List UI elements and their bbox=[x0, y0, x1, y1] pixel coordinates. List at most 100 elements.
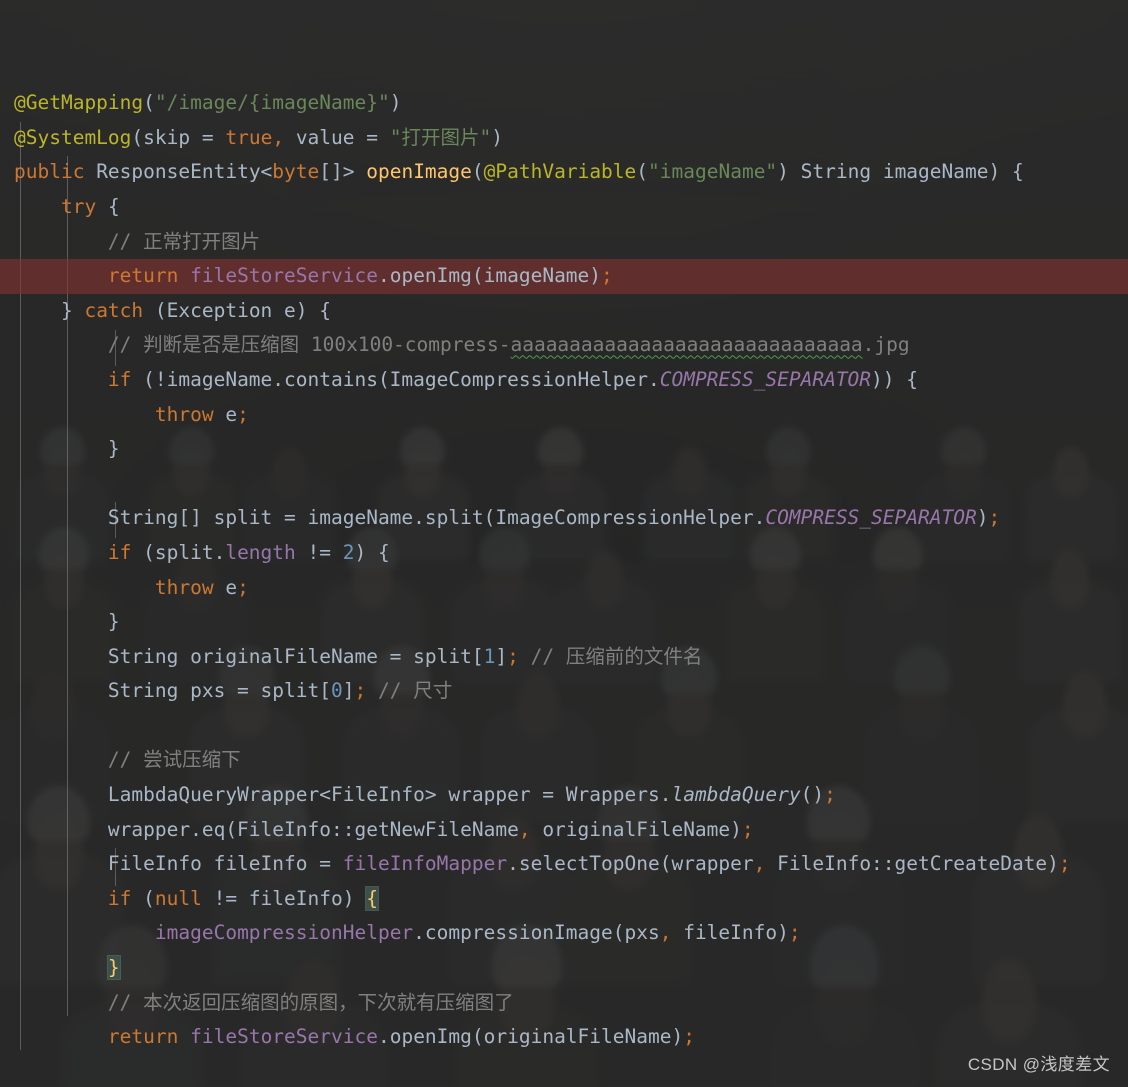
code-line[interactable]: String[] split = imageName.split(ImageCo… bbox=[0, 501, 1128, 536]
code-line[interactable]: // 判断是否是压缩图 100x100-compress-aaaaaaaaaaa… bbox=[0, 328, 1128, 363]
code-line[interactable]: } bbox=[0, 432, 1128, 467]
code-token-pln: ) bbox=[491, 125, 503, 149]
code-line[interactable]: // 尝试压缩下 bbox=[0, 743, 1128, 778]
code-line[interactable]: } bbox=[0, 951, 1128, 986]
code-token-pln: ( bbox=[143, 91, 155, 115]
code-line[interactable]: if (null != fileInfo) { bbox=[0, 882, 1128, 917]
code-token-num: 1 bbox=[483, 644, 496, 668]
code-line[interactable]: String pxs = split[0]; // 尺寸 bbox=[0, 674, 1128, 709]
code-token-cmt: // 尝试压缩下 bbox=[107, 748, 241, 772]
code-token-cmt: // 压缩前的文件名 bbox=[530, 644, 703, 668]
code-line[interactable]: } bbox=[0, 605, 1128, 640]
code-token-ann: @SystemLog bbox=[14, 125, 132, 149]
code-token-pln: ] bbox=[342, 679, 355, 703]
code-line[interactable]: FileInfo fileInfo = fileInfoMapper.selec… bbox=[0, 847, 1128, 882]
code-editor-screenshot: @GetMapping("/image/{imageName}") @System… bbox=[0, 0, 1128, 1087]
code-token-pln: (Exception e) { bbox=[143, 298, 331, 322]
code-token-pln: String[] split = imageName.split(ImageCo… bbox=[107, 506, 766, 530]
code-token-str: "打开图片" bbox=[389, 125, 492, 149]
code-token-pln: wrapper.eq(FileInfo::getNewFileName bbox=[107, 817, 519, 841]
code-token-pln: ) { bbox=[354, 540, 390, 564]
code-line[interactable]: try { bbox=[0, 190, 1128, 225]
code-token-str: "imageName" bbox=[648, 160, 778, 184]
code-token-pln: LambdaQueryWrapper<FileInfo> wrapper = W… bbox=[107, 783, 672, 807]
code-token-brace-hl: { bbox=[366, 886, 378, 910]
code-token-kw: , bbox=[518, 817, 543, 841]
code-token-stc: COMPRESS_SEPARATOR bbox=[659, 367, 872, 391]
code-line[interactable] bbox=[0, 709, 1128, 744]
code-token-pln: ) bbox=[389, 91, 402, 115]
code-line[interactable]: } catch (Exception e) { bbox=[0, 294, 1128, 329]
code-token-cmt: // 判断是否是压缩图 100x100-compress- bbox=[107, 333, 511, 357]
code-token-pln: .compressionImage(pxs bbox=[413, 921, 660, 945]
code-line[interactable]: // 本次返回压缩图的原图，下次就有压缩图了 bbox=[0, 986, 1128, 1021]
code-token-fld: fileInfoMapper bbox=[342, 852, 508, 876]
code-line[interactable]: throw e; bbox=[0, 398, 1128, 433]
code-line[interactable]: LambdaQueryWrapper<FileInfo> wrapper = W… bbox=[0, 778, 1128, 813]
code-token-pln: ) String imageName) { bbox=[777, 160, 1024, 184]
code-token-kw: try bbox=[60, 194, 97, 218]
code-token-pln: { bbox=[96, 194, 120, 218]
code-token-pln: ( bbox=[471, 160, 484, 184]
code-token-kw: ; bbox=[237, 402, 249, 426]
code-token-pln: ) bbox=[976, 506, 989, 530]
code-token-pln bbox=[519, 645, 531, 668]
code-line[interactable]: public ResponseEntity<byte[]> openImage(… bbox=[0, 155, 1128, 190]
code-token-pln: e bbox=[213, 402, 238, 426]
code-line[interactable]: @GetMapping("/image/{imageName}") bbox=[0, 86, 1128, 121]
code-token-kw: byte bbox=[272, 160, 320, 184]
code-line[interactable] bbox=[0, 1055, 1128, 1087]
code-line[interactable]: String originalFileName = split[1]; // 压… bbox=[0, 640, 1128, 675]
code-token-kw: throw bbox=[154, 402, 214, 426]
code-token-pln: .openImg(originalFileName) bbox=[377, 1025, 684, 1049]
code-line[interactable]: if (split.length != 2) { bbox=[0, 536, 1128, 571]
code-token-pln: != bbox=[295, 540, 343, 564]
code-line[interactable]: @SystemLog(skip = true, value = "打开图片") bbox=[0, 121, 1128, 156]
code-line[interactable] bbox=[0, 467, 1128, 502]
code-token-pln: (!imageName.contains(ImageCompressionHel… bbox=[131, 367, 660, 391]
code-token-num: 0 bbox=[330, 679, 343, 703]
code-token-kw: ; bbox=[507, 644, 519, 668]
code-line[interactable]: return fileStoreService.openImg(original… bbox=[0, 1020, 1128, 1055]
code-lines-container[interactable]: @GetMapping("/image/{imageName}") @System… bbox=[0, 69, 1128, 1087]
code-token-kw: ; bbox=[988, 506, 1001, 530]
code-token-pln: FileInfo fileInfo = bbox=[107, 852, 343, 876]
code-token-kw: ; bbox=[354, 679, 367, 703]
code-line[interactable]: if (!imageName.contains(ImageCompression… bbox=[0, 363, 1128, 398]
code-token-pln: () bbox=[800, 783, 825, 807]
code-token-stm: lambdaQuery bbox=[671, 783, 801, 807]
code-token-pln: = bbox=[190, 125, 226, 149]
code-token-kw: return bbox=[107, 264, 179, 288]
code-token-pln: String originalFileName = split[ bbox=[107, 644, 484, 668]
code-token-fld: length bbox=[225, 540, 296, 564]
code-token-pln: )) { bbox=[871, 367, 919, 391]
code-token-str: "/image/{imageName}" bbox=[154, 91, 390, 115]
code-token-pln: (split. bbox=[131, 540, 226, 564]
code-token-kw: public bbox=[14, 160, 85, 184]
code-line[interactable]: // 正常打开图片 bbox=[0, 225, 1128, 260]
code-token-pln: } bbox=[107, 610, 120, 634]
code-line[interactable]: return fileStoreService.openImg(imageNam… bbox=[0, 259, 1128, 294]
code-token-ann: @PathVariable bbox=[483, 160, 637, 184]
code-token-mth: openImage bbox=[366, 160, 472, 184]
code-line[interactable]: imageCompressionHelper.compressionImage(… bbox=[0, 916, 1128, 951]
code-line[interactable]: throw e; bbox=[0, 571, 1128, 606]
code-token-cmt: // 本次返回压缩图的原图，下次就有压缩图了 bbox=[107, 990, 514, 1014]
code-line[interactable]: wrapper.eq(FileInfo::getNewFileName, ori… bbox=[0, 813, 1128, 848]
code-surface[interactable]: @GetMapping("/image/{imageName}") @System… bbox=[0, 0, 1128, 1087]
code-token-kw: ; bbox=[741, 817, 754, 841]
code-token-kw: ; bbox=[237, 575, 249, 599]
